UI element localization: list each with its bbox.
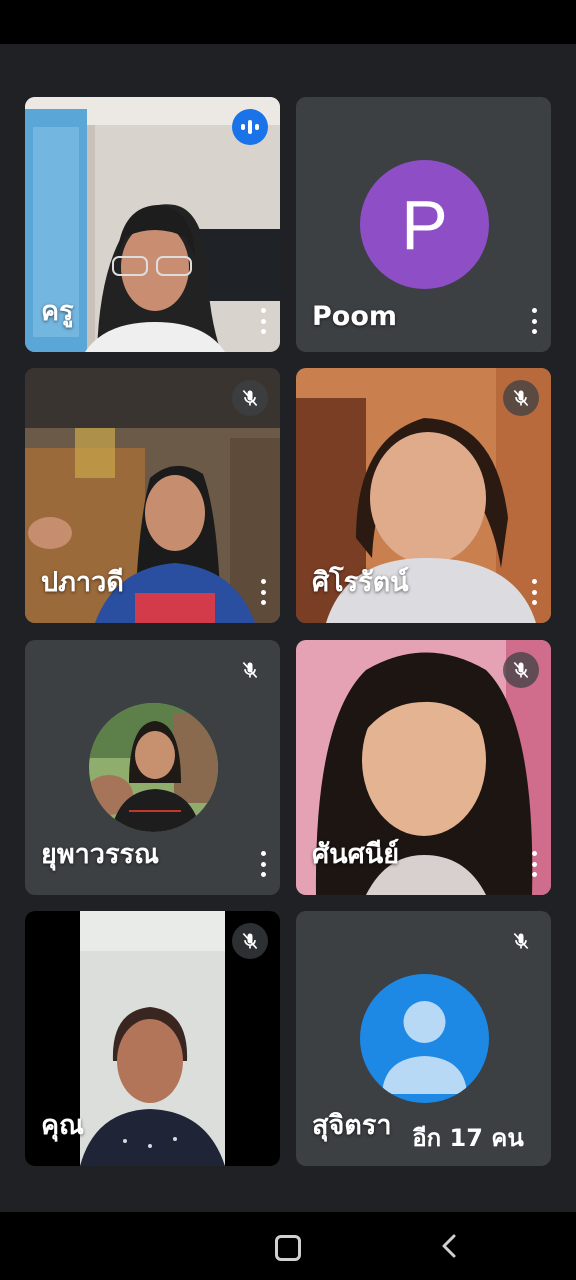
participant-tile-poom[interactable]: P Poom: [296, 97, 551, 352]
participant-tile-yupawan[interactable]: ยุพาวรรณ: [25, 640, 280, 895]
back-icon[interactable]: [440, 1233, 458, 1259]
participant-tile-self[interactable]: คุณ: [25, 911, 280, 1166]
participant-name: ปภาวดี: [41, 567, 124, 598]
mic-off-icon: [503, 652, 539, 688]
participant-name: Poom: [312, 301, 398, 332]
more-vert-icon[interactable]: [256, 851, 270, 877]
participant-name: ศันศนีย์: [312, 839, 400, 870]
default-avatar-icon: [360, 974, 489, 1103]
participant-tile-kru[interactable]: ครู: [25, 97, 280, 352]
more-vert-icon[interactable]: [527, 851, 541, 877]
participant-name: ศิโรรัตน์: [312, 567, 409, 598]
more-vert-icon[interactable]: [527, 579, 541, 605]
more-participants-button[interactable]: อีก 17 คน: [393, 1114, 543, 1160]
participant-name: คุณ: [41, 1110, 85, 1141]
participant-tile-paphawadee[interactable]: ปภาวดี: [25, 368, 280, 623]
participant-tile-sirorat[interactable]: ศิโรรัตน์: [296, 368, 551, 623]
mic-off-icon: [232, 380, 268, 416]
avatar: [89, 703, 218, 832]
status-bar: [0, 0, 576, 44]
participant-name: ยุพาวรรณ: [41, 839, 159, 870]
more-vert-icon[interactable]: [256, 308, 270, 334]
mic-off-icon: [503, 380, 539, 416]
home-icon[interactable]: [275, 1235, 301, 1261]
speaking-indicator-icon: [232, 109, 268, 145]
participant-name: สุจิตรา: [312, 1110, 392, 1141]
mic-off-icon: [232, 923, 268, 959]
mic-off-icon: [503, 923, 539, 959]
avatar: P: [360, 160, 489, 289]
participant-tile-sansanee[interactable]: ศันศนีย์: [296, 640, 551, 895]
more-vert-icon[interactable]: [256, 579, 270, 605]
participant-name: ครู: [41, 296, 74, 327]
more-vert-icon[interactable]: [527, 308, 541, 334]
mic-off-icon: [232, 652, 268, 688]
